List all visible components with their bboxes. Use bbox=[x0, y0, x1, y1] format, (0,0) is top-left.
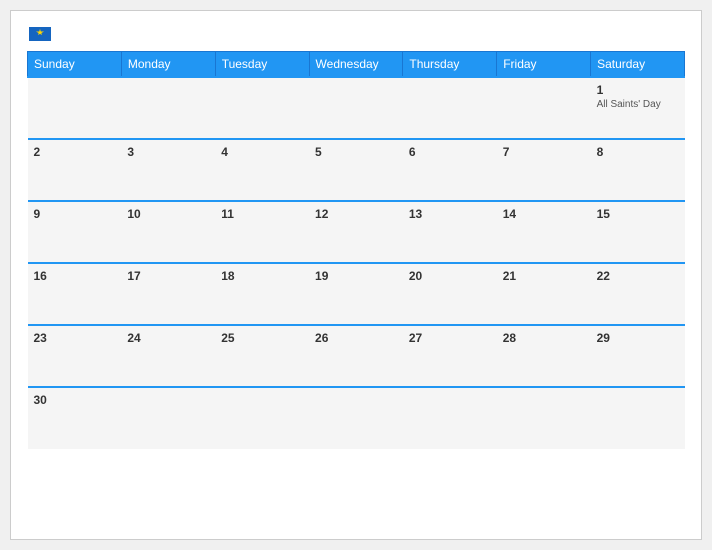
day-number: 1 bbox=[597, 83, 679, 97]
calendar-cell bbox=[309, 387, 403, 449]
day-number: 11 bbox=[221, 207, 303, 221]
calendar-cell: 8 bbox=[591, 139, 685, 201]
calendar-table: SundayMondayTuesdayWednesdayThursdayFrid… bbox=[27, 51, 685, 449]
calendar-cell: 16 bbox=[28, 263, 122, 325]
calendar-cell: 27 bbox=[403, 325, 497, 387]
day-number: 27 bbox=[409, 331, 491, 345]
weekday-header-thursday: Thursday bbox=[403, 52, 497, 78]
day-number: 4 bbox=[221, 145, 303, 159]
day-number: 7 bbox=[503, 145, 585, 159]
weekday-header-row: SundayMondayTuesdayWednesdayThursdayFrid… bbox=[28, 52, 685, 78]
calendar-cell: 20 bbox=[403, 263, 497, 325]
day-number: 6 bbox=[409, 145, 491, 159]
weekday-header-saturday: Saturday bbox=[591, 52, 685, 78]
day-number: 14 bbox=[503, 207, 585, 221]
calendar-cell: 23 bbox=[28, 325, 122, 387]
calendar-week-row: 2345678 bbox=[28, 139, 685, 201]
day-number: 3 bbox=[127, 145, 209, 159]
calendar-cell bbox=[403, 387, 497, 449]
day-number: 16 bbox=[34, 269, 116, 283]
calendar-cell: 1 All Saints' Day bbox=[591, 77, 685, 139]
calendar-cell bbox=[121, 387, 215, 449]
calendar-cell: 10 bbox=[121, 201, 215, 263]
weekday-header-friday: Friday bbox=[497, 52, 591, 78]
day-number: 25 bbox=[221, 331, 303, 345]
calendar-cell: 28 bbox=[497, 325, 591, 387]
calendar-cell: 29 bbox=[591, 325, 685, 387]
calendar-cell: 25 bbox=[215, 325, 309, 387]
calendar-header bbox=[27, 27, 685, 41]
logo bbox=[27, 27, 51, 41]
calendar-cell bbox=[497, 77, 591, 139]
day-number: 23 bbox=[34, 331, 116, 345]
day-number: 17 bbox=[127, 269, 209, 283]
calendar-cell bbox=[403, 77, 497, 139]
calendar-cell: 26 bbox=[309, 325, 403, 387]
day-number: 20 bbox=[409, 269, 491, 283]
weekday-header-sunday: Sunday bbox=[28, 52, 122, 78]
day-number: 9 bbox=[34, 207, 116, 221]
calendar-week-row: 23 24 25 26 27 28 29 bbox=[28, 325, 685, 387]
day-number: 22 bbox=[597, 269, 679, 283]
calendar-cell bbox=[121, 77, 215, 139]
calendar-cell: 24 bbox=[121, 325, 215, 387]
calendar-cell bbox=[215, 387, 309, 449]
calendar-cell: 3 bbox=[121, 139, 215, 201]
holiday-label: All Saints' Day bbox=[597, 99, 679, 110]
day-number: 19 bbox=[315, 269, 397, 283]
calendar-cell: 19 bbox=[309, 263, 403, 325]
calendar-cell bbox=[28, 77, 122, 139]
day-number: 18 bbox=[221, 269, 303, 283]
day-number: 5 bbox=[315, 145, 397, 159]
calendar-cell: 5 bbox=[309, 139, 403, 201]
day-number: 29 bbox=[597, 331, 679, 345]
day-number: 26 bbox=[315, 331, 397, 345]
calendar-cell bbox=[309, 77, 403, 139]
weekday-header-tuesday: Tuesday bbox=[215, 52, 309, 78]
calendar-cell: 7 bbox=[497, 139, 591, 201]
calendar-week-row: 30 bbox=[28, 387, 685, 449]
calendar-cell: 14 bbox=[497, 201, 591, 263]
weekday-header-monday: Monday bbox=[121, 52, 215, 78]
day-number: 15 bbox=[597, 207, 679, 221]
calendar-cell bbox=[497, 387, 591, 449]
calendar-week-row: 9 10 11 12 13 14 15 bbox=[28, 201, 685, 263]
calendar-cell: 30 bbox=[28, 387, 122, 449]
calendar-cell: 12 bbox=[309, 201, 403, 263]
logo-flag-icon bbox=[29, 27, 51, 41]
calendar-cell bbox=[591, 387, 685, 449]
calendar-cell: 6 bbox=[403, 139, 497, 201]
day-number: 21 bbox=[503, 269, 585, 283]
day-number: 30 bbox=[34, 393, 116, 407]
calendar-cell: 15 bbox=[591, 201, 685, 263]
calendar-container: SundayMondayTuesdayWednesdayThursdayFrid… bbox=[10, 10, 702, 540]
day-number: 12 bbox=[315, 207, 397, 221]
day-number: 13 bbox=[409, 207, 491, 221]
calendar-cell: 17 bbox=[121, 263, 215, 325]
day-number: 8 bbox=[597, 145, 679, 159]
day-number: 2 bbox=[34, 145, 116, 159]
calendar-cell: 18 bbox=[215, 263, 309, 325]
calendar-cell: 4 bbox=[215, 139, 309, 201]
calendar-week-row: 16 17 18 19 20 21 22 bbox=[28, 263, 685, 325]
calendar-week-row: 1 All Saints' Day bbox=[28, 77, 685, 139]
calendar-cell: 13 bbox=[403, 201, 497, 263]
calendar-cell: 11 bbox=[215, 201, 309, 263]
calendar-cell bbox=[215, 77, 309, 139]
day-number: 28 bbox=[503, 331, 585, 345]
day-number: 10 bbox=[127, 207, 209, 221]
day-number: 24 bbox=[127, 331, 209, 345]
calendar-cell: 2 bbox=[28, 139, 122, 201]
calendar-cell: 9 bbox=[28, 201, 122, 263]
calendar-cell: 21 bbox=[497, 263, 591, 325]
weekday-header-wednesday: Wednesday bbox=[309, 52, 403, 78]
calendar-cell: 22 bbox=[591, 263, 685, 325]
